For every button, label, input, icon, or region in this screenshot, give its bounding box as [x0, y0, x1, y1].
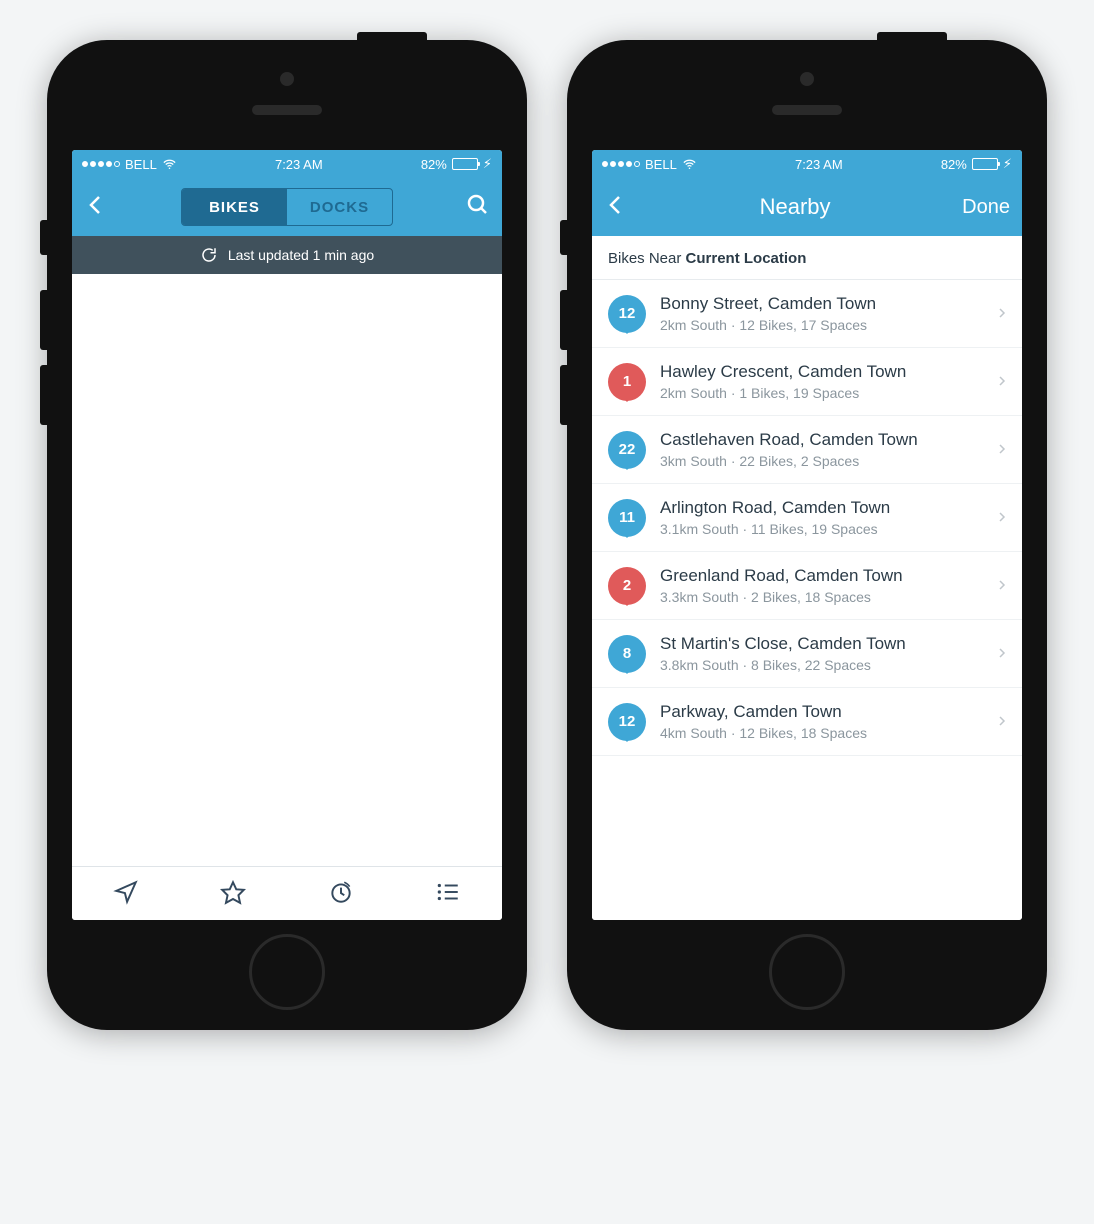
station-count-badge: 11	[608, 499, 646, 537]
station-sub: 2km South · 1 Bikes, 19 Spaces	[660, 385, 982, 401]
station-sub: 4km South · 12 Bikes, 18 Spaces	[660, 725, 982, 741]
favorite-button[interactable]	[212, 871, 254, 916]
charging-icon: ⚡︎	[1003, 156, 1012, 172]
seg-bikes[interactable]: BIKES	[182, 189, 287, 225]
chevron-right-icon	[996, 439, 1008, 460]
nav-bar: BIKES DOCKS	[72, 178, 502, 236]
station-count-badge: 8	[608, 635, 646, 673]
nav-bar: Nearby Done	[592, 178, 1022, 236]
station-title: Parkway, Camden Town	[660, 702, 982, 722]
station-row[interactable]: 22 Castlehaven Road, Camden Town 3km South…	[592, 416, 1022, 484]
station-title: Castlehaven Road, Camden Town	[660, 430, 982, 450]
chevron-right-icon	[996, 507, 1008, 528]
header-location: Current Location	[686, 250, 807, 267]
clock-label: 7:23 AM	[275, 157, 323, 172]
station-title: Greenland Road, Camden Town	[660, 566, 982, 586]
station-row[interactable]: 11 Arlington Road, Camden Town 3.1km South…	[592, 484, 1022, 552]
station-title: Hawley Crescent, Camden Town	[660, 362, 982, 382]
station-list[interactable]: 12Bonny Street, Camden Town2km South · 1…	[592, 279, 1022, 920]
carrier-label: BELL	[125, 157, 157, 172]
station-title: St Martin's Close, Camden Town	[660, 634, 982, 654]
locate-button[interactable]	[105, 871, 147, 916]
signal-dots-icon	[602, 161, 640, 167]
back-button[interactable]	[84, 193, 108, 222]
header-prefix: Bikes Near	[608, 250, 686, 267]
chevron-right-icon	[996, 643, 1008, 664]
chevron-right-icon	[996, 575, 1008, 596]
timer-button[interactable]	[320, 871, 362, 916]
nav-title: Nearby	[760, 194, 831, 220]
status-bar: BELL 7:23 AM 82% ⚡︎	[72, 150, 502, 178]
phone-frame-map: BELL 7:23 AM 82% ⚡︎ BIKES DOCKS	[47, 40, 527, 1030]
search-button[interactable]	[466, 193, 490, 222]
station-title: Bonny Street, Camden Town	[660, 294, 982, 314]
phone-frame-list: BELL 7:23 AM 82% ⚡︎ Nearby Done Bikes Ne…	[567, 40, 1047, 1030]
station-sub: 3.3km South · 2 Bikes, 18 Spaces	[660, 589, 982, 605]
station-count-badge: 1	[608, 363, 646, 401]
update-banner[interactable]: Last updated 1 min ago	[72, 236, 502, 274]
station-count-badge: 12	[608, 295, 646, 333]
done-button[interactable]: Done	[962, 196, 1010, 219]
bottom-toolbar	[72, 866, 502, 920]
refresh-icon	[200, 246, 218, 264]
station-sub: 2km South · 12 Bikes, 17 Spaces	[660, 317, 982, 333]
signal-dots-icon	[82, 161, 120, 167]
station-row[interactable]: 1 Hawley Crescent, Camden Town 2km South ·…	[592, 348, 1022, 416]
station-sub: 3km South · 22 Bikes, 2 Spaces	[660, 453, 982, 469]
wifi-icon	[682, 157, 697, 172]
charging-icon: ⚡︎	[483, 156, 492, 172]
station-row[interactable]: 12 Parkway, Camden Town 4km South · 12 Bik…	[592, 688, 1022, 756]
list-button[interactable]	[427, 871, 469, 916]
back-button[interactable]	[604, 193, 628, 222]
seg-docks[interactable]: DOCKS	[287, 189, 392, 225]
battery-pct-label: 82%	[941, 157, 967, 172]
station-row[interactable]: 2 Greenland Road, Camden Town 3.3km South …	[592, 552, 1022, 620]
station-count-badge: 2	[608, 567, 646, 605]
segmented-control: BIKES DOCKS	[181, 188, 393, 226]
chevron-right-icon	[996, 303, 1008, 324]
station-sub: 3.1km South · 11 Bikes, 19 Spaces	[660, 521, 982, 537]
station-sub: 3.8km South · 8 Bikes, 22 Spaces	[660, 657, 982, 673]
station-row[interactable]: 8 St Martin's Close, Camden Town 3.8km Sou…	[592, 620, 1022, 688]
battery-icon	[972, 158, 998, 170]
clock-label: 7:23 AM	[795, 157, 843, 172]
status-bar: BELL 7:23 AM 82% ⚡︎	[592, 150, 1022, 178]
station-row[interactable]: 12 Bonny Street, Camden Town 2km South · 1…	[592, 280, 1022, 348]
battery-icon	[452, 158, 478, 170]
station-count-badge: 12	[608, 703, 646, 741]
carrier-label: BELL	[645, 157, 677, 172]
station-count-badge: 22	[608, 431, 646, 469]
list-section-header: Bikes Near Current Location	[592, 236, 1022, 279]
wifi-icon	[162, 157, 177, 172]
chevron-right-icon	[996, 371, 1008, 392]
update-text: Last updated 1 min ago	[228, 247, 374, 263]
chevron-right-icon	[996, 711, 1008, 732]
battery-pct-label: 82%	[421, 157, 447, 172]
station-title: Arlington Road, Camden Town	[660, 498, 982, 518]
